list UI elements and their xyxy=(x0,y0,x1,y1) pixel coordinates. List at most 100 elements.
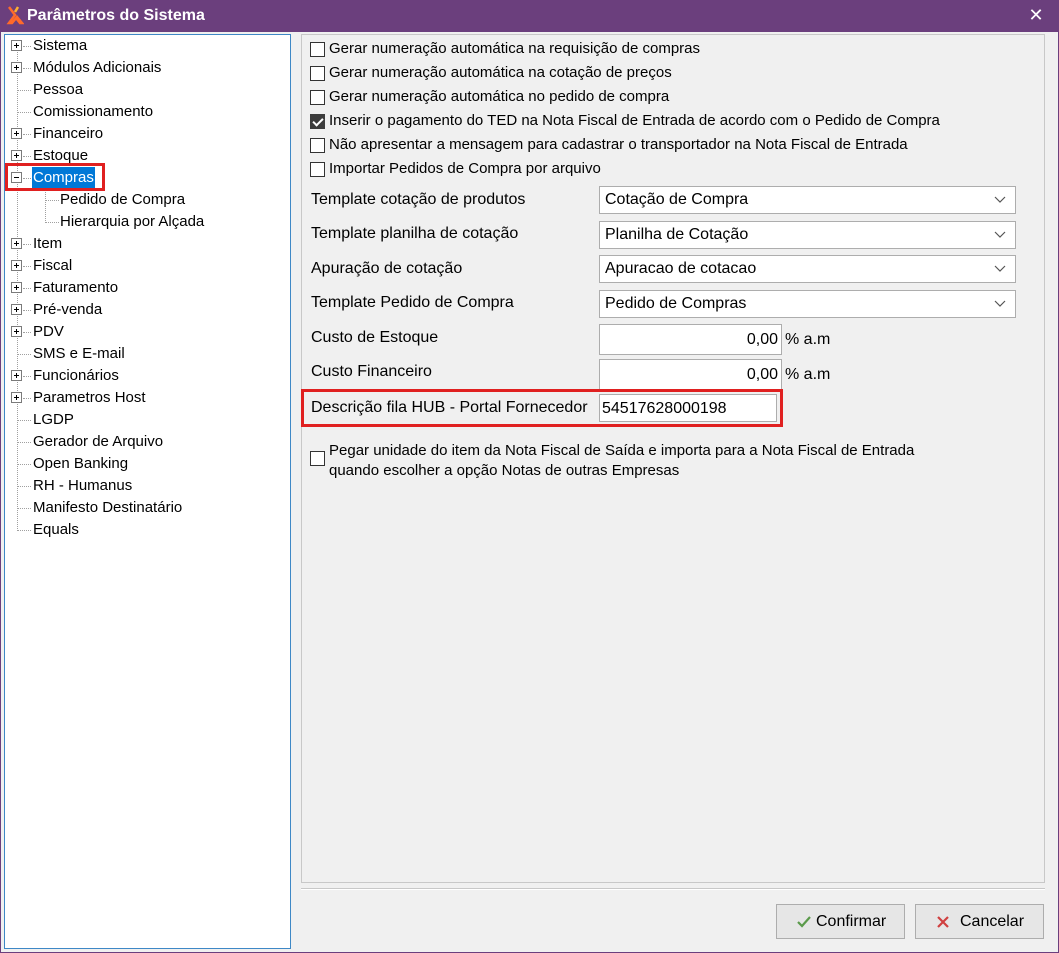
checkbox-box[interactable] xyxy=(310,42,325,57)
tree-item-sistema[interactable]: Sistema xyxy=(5,35,290,57)
tree-connector xyxy=(17,442,31,443)
tree-item-item[interactable]: Item xyxy=(5,233,290,255)
tree-item-pedido-de-compra[interactable]: Pedido de Compra xyxy=(5,189,290,211)
tree-item-compras[interactable]: Compras xyxy=(5,167,290,189)
tree-item-label: Estoque xyxy=(33,147,89,164)
tree-connector xyxy=(45,222,59,223)
template-pedido-select[interactable]: Pedido de Compras xyxy=(599,290,1016,318)
checkbox-checked-icon[interactable] xyxy=(310,114,325,129)
tree-item-label: Pessoa xyxy=(33,81,84,98)
option-checkbox-label: Gerar numeração automática no pedido de … xyxy=(329,88,670,105)
tree-item-label: Parametros Host xyxy=(33,389,146,406)
tree-item-open-banking[interactable]: Open Banking xyxy=(5,453,290,475)
fila-hub-input[interactable]: 54517628000198 xyxy=(599,394,777,422)
checkbox-box[interactable] xyxy=(310,162,325,177)
tree-item-financeiro[interactable]: Financeiro xyxy=(5,123,290,145)
expand-plus-icon[interactable] xyxy=(11,304,22,315)
close-icon[interactable]: ✕ xyxy=(1027,6,1045,24)
expand-plus-icon[interactable] xyxy=(11,128,22,139)
app-logo-icon xyxy=(6,6,24,25)
tree-item-label: Manifesto Destinatário xyxy=(33,499,183,516)
tree-item-label: Fiscal xyxy=(33,257,73,274)
tree-item-funcionarios[interactable]: Funcionários xyxy=(5,365,290,387)
footer-divider xyxy=(301,888,1045,890)
fila-hub-value: 54517628000198 xyxy=(602,400,727,417)
template-pedido-value: Pedido de Compras xyxy=(605,295,747,312)
custo-estoque-input[interactable]: 0,00 xyxy=(599,324,782,355)
tree-item-comissionamento[interactable]: Comissionamento xyxy=(5,101,290,123)
expand-plus-icon[interactable] xyxy=(11,282,22,293)
checkbox-box[interactable] xyxy=(310,66,325,81)
expand-plus-icon[interactable] xyxy=(11,326,22,337)
tree-connector xyxy=(23,68,31,69)
window-title: Parâmetros do Sistema xyxy=(27,7,205,24)
expand-plus-icon[interactable] xyxy=(11,40,22,51)
checkbox-box[interactable] xyxy=(310,138,325,153)
collapse-minus-icon[interactable] xyxy=(11,172,22,183)
tree-item-modulos-adicionais[interactable]: Módulos Adicionais xyxy=(5,57,290,79)
tree-item-rh-humanus[interactable]: RH - Humanus xyxy=(5,475,290,497)
custo-estoque-unit: % a.m xyxy=(785,331,831,348)
expand-plus-icon[interactable] xyxy=(11,392,22,403)
tree-item-estoque[interactable]: Estoque xyxy=(5,145,290,167)
expand-plus-icon[interactable] xyxy=(11,238,22,249)
tree-connector xyxy=(23,310,31,311)
tree-connector xyxy=(17,530,31,531)
tree-item-manifesto-destinatario[interactable]: Manifesto Destinatário xyxy=(5,497,290,519)
expand-plus-icon[interactable] xyxy=(11,260,22,271)
custo-financeiro-input[interactable]: 0,00 xyxy=(599,359,782,390)
expand-plus-icon[interactable] xyxy=(11,150,22,161)
template-cotacao-value: Cotação de Compra xyxy=(605,191,749,208)
tree-item-label: Pré-venda xyxy=(33,301,103,318)
tree-connector xyxy=(23,332,31,333)
template-planilha-value: Planilha de Cotação xyxy=(605,226,749,243)
settings-panel: Gerar numeração automática na requisição… xyxy=(301,34,1045,883)
template-cotacao-select[interactable]: Cotação de Compra xyxy=(599,186,1016,214)
tree-item-label: Pedido de Compra xyxy=(60,191,186,208)
apuracao-select[interactable]: Apuracao de cotacao xyxy=(599,255,1016,283)
tree-item-lgdp[interactable]: LGDP xyxy=(5,409,290,431)
tree-item-fiscal[interactable]: Fiscal xyxy=(5,255,290,277)
custo-financeiro-value: 0,00 xyxy=(746,366,778,383)
confirm-button-label: Confirmar xyxy=(816,913,887,930)
confirm-button[interactable]: Confirmar xyxy=(776,904,905,939)
tree-connector xyxy=(23,46,31,47)
tree-connector xyxy=(23,178,31,179)
tree-item-sms-e-e-mail[interactable]: SMS e E-mail xyxy=(5,343,290,365)
category-tree[interactable]: Sistema Módulos Adicionais Pessoa Comission… xyxy=(4,34,291,949)
tree-item-label: Financeiro xyxy=(33,125,104,142)
fila-hub-label: Descrição fila HUB - Portal Fornecedor xyxy=(311,399,588,416)
expand-plus-icon[interactable] xyxy=(11,62,22,73)
custo-estoque-label: Custo de Estoque xyxy=(311,329,439,346)
tree-connector xyxy=(23,134,31,135)
tree-item-label: Faturamento xyxy=(33,279,119,296)
tree-connector xyxy=(17,464,31,465)
tree-item-label: RH - Humanus xyxy=(33,477,133,494)
tree-item-label: Comissionamento xyxy=(33,103,154,120)
tree-item-equals[interactable]: Equals xyxy=(5,519,290,541)
template-planilha-select[interactable]: Planilha de Cotação xyxy=(599,221,1016,249)
checkbox-box[interactable] xyxy=(310,90,325,105)
tree-item-pessoa[interactable]: Pessoa xyxy=(5,79,290,101)
tree-item-label: PDV xyxy=(33,323,64,340)
apuracao-label: Apuração de cotação xyxy=(311,260,463,277)
tree-item-label: Sistema xyxy=(33,37,88,54)
tree-item-parametros-host[interactable]: Parametros Host xyxy=(5,387,290,409)
tree-item-label: Compras xyxy=(32,167,95,189)
tree-item-hierarquia-por-alcada[interactable]: Hierarquia por Alçada xyxy=(5,211,290,233)
apuracao-value: Apuracao de cotacao xyxy=(605,260,757,277)
expand-plus-icon[interactable] xyxy=(11,370,22,381)
tree-item-pdv[interactable]: PDV xyxy=(5,321,290,343)
chevron-down-icon xyxy=(994,300,1006,307)
cancel-button[interactable]: Cancelar xyxy=(915,904,1044,939)
tree-item-faturamento[interactable]: Faturamento xyxy=(5,277,290,299)
checkbox-box[interactable] xyxy=(310,451,325,466)
tree-item-gerador-de-arquivo[interactable]: Gerador de Arquivo xyxy=(5,431,290,453)
tree-item-label: Equals xyxy=(33,521,79,538)
tree-connector xyxy=(45,200,59,201)
chevron-down-icon xyxy=(994,231,1006,238)
tree-item-label: Gerador de Arquivo xyxy=(33,433,164,450)
tree-item-label: Hierarquia por Alçada xyxy=(60,213,205,230)
tree-connector xyxy=(23,266,31,267)
tree-item-pre-venda[interactable]: Pré-venda xyxy=(5,299,290,321)
